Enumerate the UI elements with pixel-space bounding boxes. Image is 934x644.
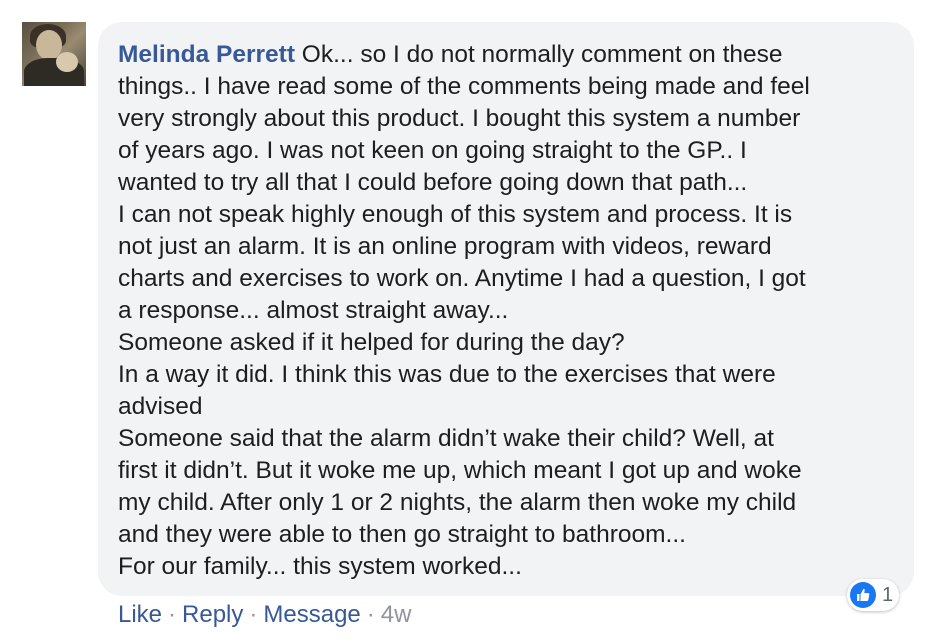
reply-link[interactable]: Reply <box>182 601 243 628</box>
author-name[interactable]: Melinda Perrett <box>118 41 295 68</box>
comment-line: my child. After only 1 or 2 nights, the … <box>118 489 797 516</box>
reaction-count: 1 <box>882 583 894 606</box>
comment-line: not just an alarm. It is an online progr… <box>118 233 772 260</box>
like-link[interactable]: Like <box>118 601 162 628</box>
comment-line: and they were able to then go straight t… <box>118 521 686 548</box>
comment-line: things.. I have read some of the comment… <box>118 73 810 100</box>
comment-line: first it didn’t. But it woke me up, whic… <box>118 457 802 484</box>
separator: · <box>249 601 258 628</box>
comment-line: of years ago. I was not keen on going st… <box>118 137 747 164</box>
comment: Melinda Perrett Ok... so I do not normal… <box>0 0 934 644</box>
avatar-child <box>56 52 78 72</box>
comment-line: For our family... this system worked... <box>118 553 522 580</box>
comment-bubble: Melinda Perrett Ok... so I do not normal… <box>98 22 914 596</box>
comment-line: Someone said that the alarm didn’t wake … <box>118 425 774 452</box>
comment-text: Melinda Perrett Ok... so I do not normal… <box>118 39 894 583</box>
comment-line: wanted to try all that I could before go… <box>118 169 748 196</box>
comment-line-text: Ok... so I do not normally comment on th… <box>295 41 783 68</box>
comment-line: In a way it did. I think this was due to… <box>118 361 776 388</box>
comment-line: advised <box>118 393 203 420</box>
comment-line: Someone asked if it helped for during th… <box>118 329 625 356</box>
comment-line: a response... almost straight away... <box>118 297 509 324</box>
comment-line: I can not speak highly enough of this sy… <box>118 201 793 228</box>
separator: · <box>168 601 177 628</box>
comment-line: charts and exercises to work on. Anytime… <box>118 265 806 292</box>
comment-line-0: Melinda Perrett Ok... so I do not normal… <box>118 39 894 71</box>
comment-line: very strongly about this product. I boug… <box>118 105 801 132</box>
message-link[interactable]: Message <box>263 601 360 628</box>
reaction-summary[interactable]: 1 <box>847 579 900 611</box>
thumbs-up-icon <box>850 582 876 608</box>
separator: · <box>366 601 375 628</box>
comment-actions: Like · Reply · Message · 4w <box>118 600 411 630</box>
timestamp[interactable]: 4w <box>381 601 412 628</box>
avatar[interactable] <box>22 22 86 86</box>
